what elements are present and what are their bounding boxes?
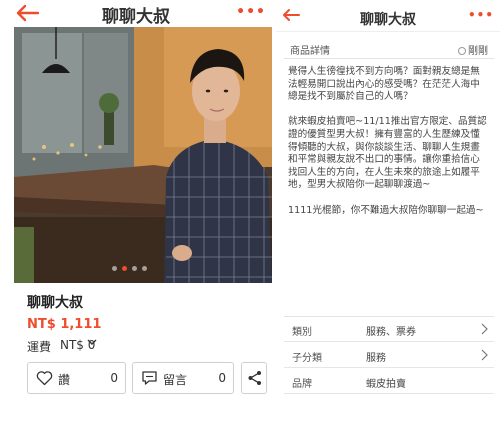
product-name: 聊聊大叔 <box>27 295 83 311</box>
carousel-indicator[interactable] <box>112 266 147 271</box>
like-button[interactable]: 讚 0 <box>27 362 126 394</box>
attribute-key: 品牌 <box>292 379 312 390</box>
carousel-dot[interactable] <box>112 266 117 271</box>
attribute-key: 類別 <box>292 327 312 338</box>
page-title: 聊聊大叔 <box>102 7 170 27</box>
attribute-value: 服務 <box>366 353 386 364</box>
description-paragraph: 1111光棍節，你不難過大叔陪你聊聊一起過~ <box>288 204 484 216</box>
page-title: 聊聊大叔 <box>360 12 416 28</box>
product-description: 覺得人生徬徨找不到方向嗎？面對親友總是無法輕易開口說出內心的感受嗎？在茫茫人海中… <box>288 66 488 230</box>
top-bar: 聊聊大叔 ••• <box>0 0 272 27</box>
chevron-down-icon[interactable] <box>86 336 98 348</box>
share-button[interactable] <box>241 362 267 394</box>
attribute-value: 蝦皮拍賣 <box>366 379 406 390</box>
ellipsis-icon[interactable]: ••• <box>236 4 266 20</box>
posted-time-label: 剛剛 <box>468 46 488 57</box>
top-bar: 聊聊大叔 ••• <box>276 0 500 32</box>
ellipsis-icon[interactable]: ••• <box>468 8 494 22</box>
details-header: 商品詳情 剛剛 <box>284 40 490 58</box>
clock-icon <box>458 47 466 55</box>
product-screen: 聊聊大叔 ••• 聊聊大叔 NT$ 1,111 運費 NT$ 0 讚 0 留言 … <box>0 0 272 424</box>
comment-count: 0 <box>218 371 226 385</box>
comment-label: 留言 <box>163 373 188 387</box>
details-screen: 聊聊大叔 ••• 商品詳情 剛剛 覺得人生徬徨找不到方向嗎？面對親友總是無法輕易… <box>276 0 500 424</box>
shipping-label: 運費 <box>27 340 52 354</box>
product-price: NT$ 1,111 <box>27 317 102 332</box>
attribute-row-brand[interactable]: 品牌 蝦皮拍賣 <box>284 368 494 394</box>
carousel-dot[interactable] <box>142 266 147 271</box>
details-title: 商品詳情 <box>290 46 330 57</box>
like-count: 0 <box>110 371 118 385</box>
carousel-dot[interactable] <box>132 266 137 271</box>
divider <box>284 58 494 59</box>
attribute-key: 子分類 <box>292 353 322 364</box>
description-paragraph: 覺得人生徬徨找不到方向嗎？面對親友總是無法輕易開口說出內心的感受嗎？在茫茫人海中… <box>288 66 480 103</box>
attribute-value: 服務、票券 <box>366 327 416 338</box>
like-label: 讚 <box>58 373 71 387</box>
heart-icon <box>36 371 53 386</box>
share-icon <box>248 371 261 385</box>
product-photo[interactable] <box>14 27 272 283</box>
attribute-row-category[interactable]: 類別 服務、票券 <box>284 316 494 342</box>
chevron-right-icon <box>481 323 488 335</box>
attribute-row-subcategory[interactable]: 子分類 服務 <box>284 342 494 368</box>
posted-time: 剛剛 <box>458 42 488 57</box>
speech-bubble-icon <box>142 371 157 385</box>
description-paragraph: 就來蝦皮拍賣吧~11/11推出官方限定、品質認證的優質型男大叔！擁有豐富的人生歷… <box>288 116 487 191</box>
carousel-dot-active[interactable] <box>122 266 127 271</box>
comment-button[interactable]: 留言 0 <box>132 362 234 394</box>
chevron-right-icon <box>481 349 488 361</box>
